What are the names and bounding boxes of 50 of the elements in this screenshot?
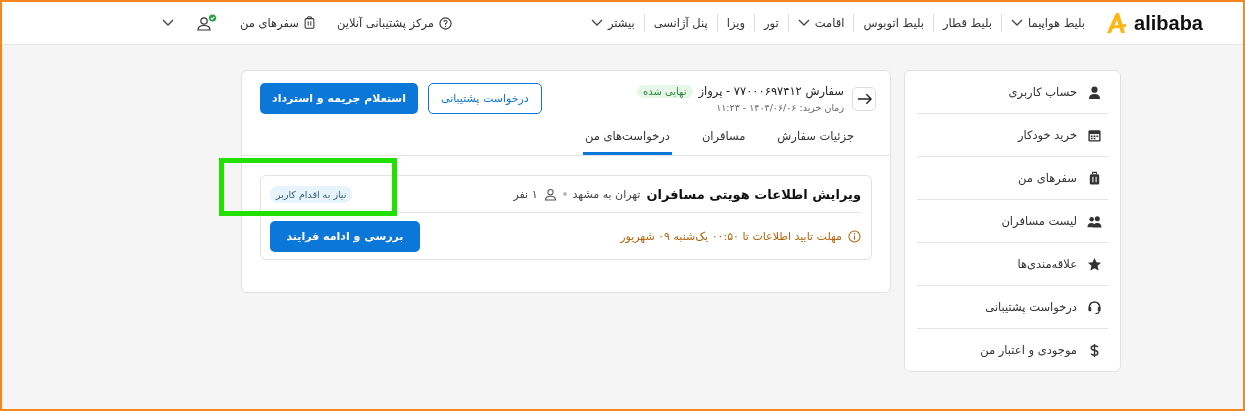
- my-trips-link[interactable]: سفرهای من: [240, 16, 315, 30]
- tab[interactable]: جزئیات سفارش: [775, 125, 856, 155]
- nav-link[interactable]: اقامت: [814, 16, 845, 30]
- info-icon: [848, 229, 861, 243]
- support-button[interactable]: درخواست پشتیبانی: [427, 83, 542, 114]
- status-tag: نیاز به اقدام کاربر: [270, 185, 353, 203]
- nav-link[interactable]: بلیط هواپیما: [1028, 16, 1086, 30]
- suitcase-icon: [303, 16, 315, 30]
- request-title: ویرایش اطلاعات هویتی مسافران: [646, 186, 861, 202]
- help-icon: [438, 16, 452, 30]
- nav-link[interactable]: بلیط اتوبوس: [863, 16, 924, 30]
- passenger-count: ۱ نفر: [513, 187, 538, 201]
- nav-link[interactable]: تور: [764, 16, 779, 30]
- chevron-down-icon[interactable]: [590, 19, 603, 27]
- back-button[interactable]: [852, 86, 876, 111]
- nav-link[interactable]: بیشتر: [607, 16, 635, 30]
- calendar-icon: [1087, 127, 1102, 143]
- chevron-down-icon[interactable]: [1011, 19, 1023, 27]
- continue-button[interactable]: بررسی و ادامه فرایند: [270, 220, 420, 252]
- sidebar-item[interactable]: خرید خودکار: [917, 114, 1108, 157]
- user-button[interactable]: [196, 14, 218, 32]
- sidebar-item[interactable]: موجودی و اعتبار من: [917, 329, 1108, 371]
- sidebar-item[interactable]: علاقه‌مندی‌ها: [917, 243, 1108, 286]
- sidebar-item[interactable]: حساب کاربری: [917, 71, 1108, 114]
- sidebar-item[interactable]: سفرهای من: [917, 157, 1108, 200]
- nav-link[interactable]: ویزا: [726, 16, 745, 30]
- users-icon: [1087, 213, 1102, 229]
- logo[interactable]: alibaba: [1104, 11, 1203, 35]
- status-badge: نهایی شده: [636, 84, 693, 98]
- purchase-time: زمان خرید: ۱۴۰۴/۰۶/۰۶ - ۱۱:۲۳: [715, 102, 844, 113]
- person-icon: [543, 187, 557, 201]
- star-icon: [1087, 256, 1102, 272]
- arrow-right-icon: [856, 92, 872, 105]
- suitcase-icon: [1087, 170, 1102, 186]
- deadline-text: مهلت تایید اطلاعات تا ۰۰:۵۰ یک‌شنبه ۰۹ شهریور: [620, 229, 842, 243]
- sidebar-item[interactable]: درخواست پشتیبانی: [917, 286, 1108, 329]
- chevron-down-icon[interactable]: [797, 19, 810, 27]
- tab[interactable]: مسافران: [699, 125, 748, 155]
- logo-icon: [1104, 11, 1129, 35]
- user-icon: [1087, 84, 1102, 100]
- nav-link[interactable]: پنل آژانسی: [653, 16, 708, 30]
- tab[interactable]: درخواست‌های من: [582, 125, 672, 155]
- headset-icon: [1087, 299, 1102, 315]
- refund-button[interactable]: استعلام جریمه و استرداد: [260, 83, 418, 114]
- sidebar-item[interactable]: لیست مسافران: [917, 200, 1108, 243]
- support-link[interactable]: مرکز پشتیبانی آنلاین: [336, 16, 452, 30]
- order-title: سفارش ۷۷۰۰۰۶۹۷۴۱۲ - پرواز: [698, 84, 844, 98]
- route-text: تهران به مشهد: [572, 187, 641, 201]
- nav-link[interactable]: بلیط قطار: [942, 16, 992, 30]
- dropdown-button[interactable]: [162, 19, 174, 27]
